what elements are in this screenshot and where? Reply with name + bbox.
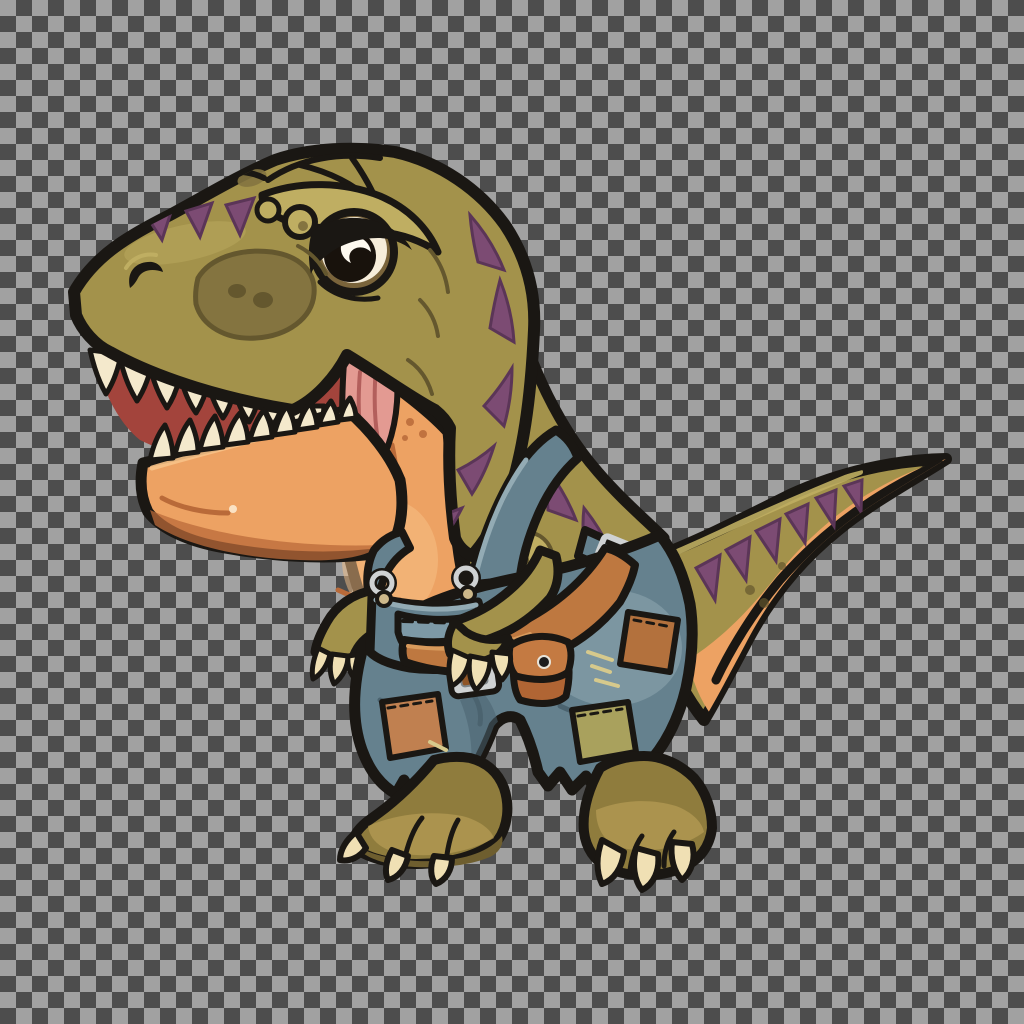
toe-claw xyxy=(431,856,452,884)
toe-claw xyxy=(671,842,693,880)
foot-right xyxy=(584,756,712,890)
chin-highlight xyxy=(229,505,237,513)
head xyxy=(74,149,534,561)
patch-right-hip xyxy=(620,612,678,672)
freckle xyxy=(406,418,414,426)
brow-bump xyxy=(257,199,279,221)
muzzle-nostril-dot xyxy=(228,284,246,298)
tail-speckle xyxy=(778,562,786,570)
muzzle-nostril-dot xyxy=(253,292,273,308)
freckle xyxy=(419,430,427,438)
toe-claw xyxy=(634,848,658,890)
snout-muzzle xyxy=(196,251,315,338)
brow-bump-dot xyxy=(298,221,308,231)
foot-right-claws xyxy=(598,840,694,890)
tail-speckle xyxy=(745,585,755,595)
toe-claw xyxy=(386,850,408,880)
foot-left xyxy=(340,757,507,884)
pouch xyxy=(509,636,571,703)
strap-rivet xyxy=(461,587,475,601)
claw xyxy=(312,648,330,679)
freckle xyxy=(402,435,408,441)
trex-sticker xyxy=(0,0,1024,1024)
toe-claw xyxy=(340,832,366,860)
tail-speckle xyxy=(759,598,769,608)
transparency-checkerboard xyxy=(0,0,1024,1024)
pouch-stud xyxy=(538,656,550,668)
strap-rivet xyxy=(377,592,391,606)
